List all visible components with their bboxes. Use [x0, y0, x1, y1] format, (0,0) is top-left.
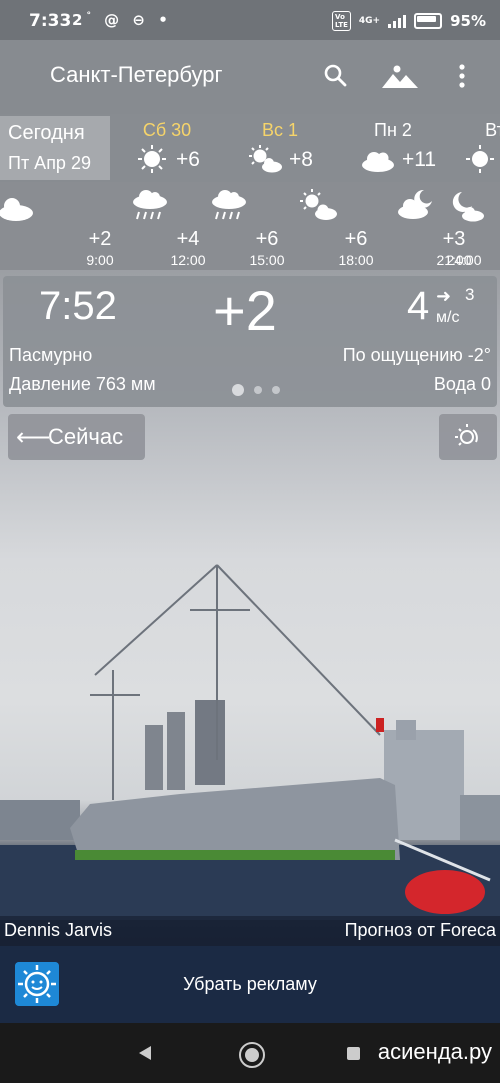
- battery-percent: 95%: [450, 12, 486, 30]
- remove-ads-label: Убрать рекламу: [183, 974, 317, 994]
- current-time: 7:52: [39, 284, 117, 328]
- temperature-notification: 2: [72, 11, 87, 29]
- wind-speed: 4: [407, 284, 430, 328]
- hour-tile[interactable]: +4 12:00: [108, 186, 206, 270]
- volte-icon: Vo LTE: [332, 11, 351, 31]
- wind-direction-icon: ➜: [436, 286, 452, 307]
- daily-forecast-strip[interactable]: Сегодня Пт Апр 29 Сб 30 +6 Вс 1 +8 Пн 2: [0, 114, 500, 182]
- day-name: Вс 1: [261, 120, 299, 140]
- day-tile[interactable]: Вс 1 +8: [225, 118, 335, 178]
- day-temp: +8: [289, 148, 313, 171]
- hour-tile[interactable]: 24:00: [424, 186, 500, 270]
- city-title[interactable]: Санкт-Петербург: [50, 62, 223, 88]
- condition-text: Пасмурно: [9, 345, 93, 365]
- landscape-icon[interactable]: [381, 62, 419, 90]
- page-indicator: [232, 384, 280, 396]
- wind-direction: 3: [465, 285, 475, 304]
- water-temp: Вода 0: [433, 374, 491, 394]
- sun-cloud-icon: [249, 145, 282, 173]
- recent-apps-icon[interactable]: [347, 1047, 360, 1060]
- today-label: Сегодня: [8, 122, 85, 144]
- pressure: Давление 763 мм: [9, 374, 156, 394]
- day-temp: +11: [402, 148, 437, 171]
- today-date: Пт Апр 29: [8, 153, 91, 173]
- today-tile[interactable]: Сегодня Пт Апр 29: [0, 116, 110, 180]
- status-right: Vo LTE 4G+ 95%: [332, 11, 486, 31]
- cloud-icon: [0, 198, 33, 221]
- search-icon[interactable]: [322, 62, 350, 90]
- credits-bar: Dennis Jarvis Прогноз от Foreca: [0, 916, 500, 946]
- page-dot-active: [232, 384, 244, 396]
- system-navigation-bar: асиенда.ру: [0, 1023, 500, 1083]
- cruiser-photo-illustration: [0, 564, 500, 920]
- status-time: 7:33: [29, 11, 72, 31]
- hourly-forecast-strip[interactable]: +2 9:00 +4 12:00 +6 15:00 +6 18:00 +3 21…: [0, 182, 500, 270]
- hour-tile[interactable]: +2 9:00: [0, 186, 114, 270]
- at-icon: @: [104, 11, 124, 29]
- watermark: асиенда.ру: [377, 1039, 492, 1064]
- sun-icon: [138, 145, 166, 173]
- back-icon[interactable]: [137, 1045, 153, 1061]
- hour-time: 24:00: [446, 252, 482, 268]
- weather-photo-icon: [455, 424, 478, 446]
- feels-like: По ощущению -2°: [342, 345, 491, 365]
- signal-icon: [388, 14, 407, 28]
- sun-icon: [466, 145, 494, 173]
- photo-mode-button[interactable]: [439, 414, 497, 460]
- day-name: Сб 30: [142, 120, 192, 140]
- dot-icon: •: [158, 11, 172, 29]
- sun-cloud-icon: [300, 189, 337, 220]
- current-temp: +2: [213, 279, 277, 342]
- moon-cloud-icon: [452, 192, 484, 222]
- network-type: 4G+: [358, 16, 381, 26]
- forecast-provider[interactable]: Прогноз от Foreca: [345, 920, 496, 941]
- home-icon[interactable]: [239, 1042, 265, 1068]
- remove-ads-bar[interactable]: Убрать рекламу: [0, 946, 500, 1023]
- wind-unit: м/с: [436, 309, 460, 326]
- app-bar: Санкт-Петербург: [0, 40, 500, 114]
- day-tile[interactable]: Пн 2 +11: [338, 118, 448, 178]
- more-vert-icon[interactable]: [452, 62, 472, 90]
- current-conditions-card[interactable]: 7:52 +2 4 ➜ 3 м/с Пасмурно По ощущению -…: [3, 276, 497, 407]
- notification-icons: 2° @ ⊖ •: [72, 11, 172, 29]
- rain-icon: [212, 190, 246, 220]
- hour-tile[interactable]: +6 18:00: [276, 186, 374, 270]
- page-dot: [272, 386, 280, 394]
- day-tile[interactable]: Сб 30 +6: [112, 118, 222, 178]
- day-name: Вт: [485, 120, 500, 140]
- battery-icon: [414, 13, 443, 29]
- page-dot: [254, 386, 262, 394]
- background-photo: 7:33 2° @ ⊖ • Vo LTE 4G+ 95% Санкт-Петерб…: [0, 0, 500, 1083]
- photo-author[interactable]: Dennis Jarvis: [4, 920, 112, 941]
- day-name: Пн 2: [374, 120, 412, 140]
- rain-icon: [133, 190, 167, 220]
- day-temp: +6: [176, 148, 200, 171]
- cloud-icon: [362, 152, 394, 172]
- hour-tile[interactable]: +6 15:00: [187, 186, 285, 270]
- link-icon: ⊖: [132, 11, 149, 29]
- day-tile[interactable]: Вт: [440, 118, 500, 178]
- status-bar: 7:33 2° @ ⊖ • Vo LTE 4G+ 95%: [0, 0, 500, 40]
- arrow-left-icon: ⟵: [16, 423, 51, 451]
- now-button-label: Сейчас: [48, 424, 124, 449]
- now-button[interactable]: ⟵ Сейчас: [8, 414, 145, 460]
